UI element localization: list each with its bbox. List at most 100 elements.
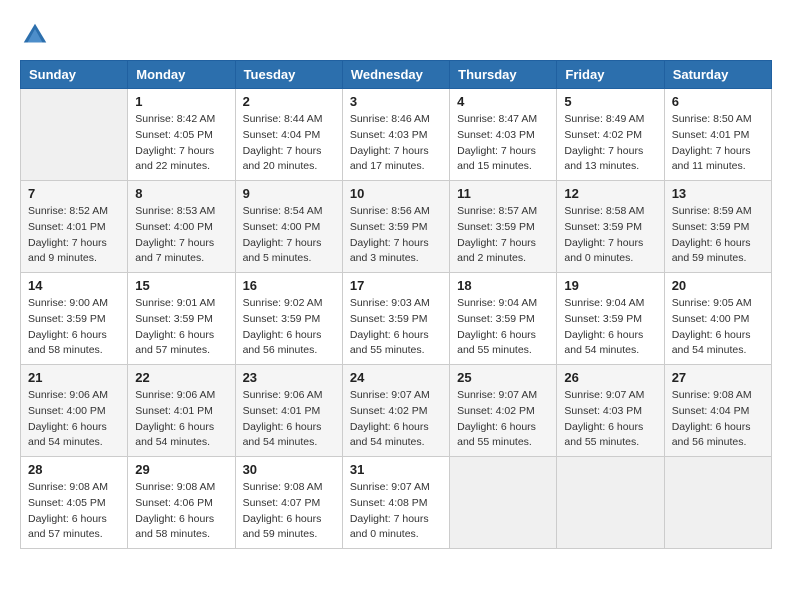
calendar-week-row: 14 Sunrise: 9:00 AMSunset: 3:59 PMDayligh… (21, 273, 772, 365)
calendar-cell (450, 457, 557, 549)
day-info: Sunrise: 8:49 AMSunset: 4:02 PMDaylight:… (564, 112, 656, 175)
calendar-cell: 20Sunrise: 9:05 AMSunset: 4:00 PMDayligh… (664, 273, 771, 365)
calendar-cell: 23 Sunrise: 9:06 AMSunset: 4:01 PMDayligh… (235, 365, 342, 457)
day-info: Sunrise: 9:00 AMSunset: 3:59 PMDaylight:… (28, 296, 120, 359)
day-number: 29 (135, 462, 227, 477)
day-info: Sunrise: 9:08 AMSunset: 4:05 PMDaylight:… (28, 480, 120, 543)
calendar-cell: 9Sunrise: 8:54 AMSunset: 4:00 PMDaylight… (235, 181, 342, 273)
day-info: Sunrise: 9:04 AMSunset: 3:59 PMDaylight:… (564, 296, 656, 359)
day-info: Sunrise: 8:47 AMSunset: 4:03 PMDaylight:… (457, 112, 549, 175)
day-info: Sunrise: 9:07 AMSunset: 4:02 PMDaylight:… (457, 388, 549, 451)
day-number: 12 (564, 186, 656, 201)
weekday-header-tuesday: Tuesday (235, 61, 342, 89)
day-info: Sunrise: 9:07 AMSunset: 4:02 PMDaylight:… (350, 388, 442, 451)
calendar-week-row: 7Sunrise: 8:52 AMSunset: 4:01 PMDaylight… (21, 181, 772, 273)
day-number: 21 (28, 370, 120, 385)
calendar-cell: 17 Sunrise: 9:03 AMSunset: 3:59 PMDayligh… (342, 273, 449, 365)
calendar-cell: 2 Sunrise: 8:44 AMSunset: 4:04 PMDaylight… (235, 89, 342, 181)
page-header (20, 20, 772, 50)
calendar-cell: 14 Sunrise: 9:00 AMSunset: 3:59 PMDayligh… (21, 273, 128, 365)
day-number: 24 (350, 370, 442, 385)
day-number: 5 (564, 94, 656, 109)
calendar-cell: 19 Sunrise: 9:04 AMSunset: 3:59 PMDayligh… (557, 273, 664, 365)
calendar-cell: 6 Sunrise: 8:50 AMSunset: 4:01 PMDaylight… (664, 89, 771, 181)
day-number: 6 (672, 94, 764, 109)
calendar-cell: 15Sunrise: 9:01 AMSunset: 3:59 PMDayligh… (128, 273, 235, 365)
day-info: Sunrise: 9:01 AMSunset: 3:59 PMDaylight:… (135, 296, 227, 359)
day-number: 16 (243, 278, 335, 293)
day-info: Sunrise: 9:06 AMSunset: 4:01 PMDaylight:… (135, 388, 227, 451)
weekday-header-friday: Friday (557, 61, 664, 89)
calendar-cell: 26 Sunrise: 9:07 AMSunset: 4:03 PMDayligh… (557, 365, 664, 457)
calendar-cell: 1Sunrise: 8:42 AMSunset: 4:05 PMDaylight… (128, 89, 235, 181)
calendar-cell: 10 Sunrise: 8:56 AMSunset: 3:59 PMDayligh… (342, 181, 449, 273)
day-number: 8 (135, 186, 227, 201)
calendar-cell: 22 Sunrise: 9:06 AMSunset: 4:01 PMDayligh… (128, 365, 235, 457)
day-number: 19 (564, 278, 656, 293)
weekday-header-wednesday: Wednesday (342, 61, 449, 89)
day-number: 23 (243, 370, 335, 385)
day-info: Sunrise: 8:56 AMSunset: 3:59 PMDaylight:… (350, 204, 442, 267)
day-info: Sunrise: 9:06 AMSunset: 4:01 PMDaylight:… (243, 388, 335, 451)
day-info: Sunrise: 8:53 AMSunset: 4:00 PMDaylight:… (135, 204, 227, 267)
weekday-header-sunday: Sunday (21, 61, 128, 89)
day-info: Sunrise: 9:04 AMSunset: 3:59 PMDaylight:… (457, 296, 549, 359)
day-info: Sunrise: 9:07 AMSunset: 4:08 PMDaylight:… (350, 480, 442, 543)
calendar-cell: 30 Sunrise: 9:08 AMSunset: 4:07 PMDayligh… (235, 457, 342, 549)
day-number: 28 (28, 462, 120, 477)
day-number: 22 (135, 370, 227, 385)
calendar-cell: 8 Sunrise: 8:53 AMSunset: 4:00 PMDaylight… (128, 181, 235, 273)
day-number: 27 (672, 370, 764, 385)
day-info: Sunrise: 9:02 AMSunset: 3:59 PMDaylight:… (243, 296, 335, 359)
day-info: Sunrise: 9:06 AMSunset: 4:00 PMDaylight:… (28, 388, 120, 451)
day-info: Sunrise: 8:59 AMSunset: 3:59 PMDaylight:… (672, 204, 764, 267)
calendar-cell: 18Sunrise: 9:04 AMSunset: 3:59 PMDayligh… (450, 273, 557, 365)
day-info: Sunrise: 8:52 AMSunset: 4:01 PMDaylight:… (28, 204, 120, 267)
day-number: 9 (243, 186, 335, 201)
day-info: Sunrise: 9:07 AMSunset: 4:03 PMDaylight:… (564, 388, 656, 451)
calendar-cell: 27 Sunrise: 9:08 AMSunset: 4:04 PMDayligh… (664, 365, 771, 457)
day-info: Sunrise: 9:08 AMSunset: 4:07 PMDaylight:… (243, 480, 335, 543)
day-number: 4 (457, 94, 549, 109)
calendar-cell (664, 457, 771, 549)
weekday-header-row: SundayMondayTuesdayWednesdayThursdayFrid… (21, 61, 772, 89)
calendar-cell: 25 Sunrise: 9:07 AMSunset: 4:02 PMDayligh… (450, 365, 557, 457)
calendar-cell: 11Sunrise: 8:57 AMSunset: 3:59 PMDayligh… (450, 181, 557, 273)
calendar-cell: 3Sunrise: 8:46 AMSunset: 4:03 PMDaylight… (342, 89, 449, 181)
calendar-cell: 28 Sunrise: 9:08 AMSunset: 4:05 PMDayligh… (21, 457, 128, 549)
logo (20, 20, 54, 50)
day-number: 11 (457, 186, 549, 201)
day-number: 10 (350, 186, 442, 201)
calendar-cell: 29 Sunrise: 9:08 AMSunset: 4:06 PMDayligh… (128, 457, 235, 549)
calendar-cell: 31 Sunrise: 9:07 AMSunset: 4:08 PMDayligh… (342, 457, 449, 549)
day-info: Sunrise: 8:46 AMSunset: 4:03 PMDaylight:… (350, 112, 442, 175)
calendar-cell: 5 Sunrise: 8:49 AMSunset: 4:02 PMDaylight… (557, 89, 664, 181)
day-info: Sunrise: 9:05 AMSunset: 4:00 PMDaylight:… (672, 296, 764, 359)
day-number: 26 (564, 370, 656, 385)
day-info: Sunrise: 8:42 AMSunset: 4:05 PMDaylight:… (135, 112, 227, 175)
calendar-cell (21, 89, 128, 181)
calendar-cell: 24 Sunrise: 9:07 AMSunset: 4:02 PMDayligh… (342, 365, 449, 457)
day-number: 30 (243, 462, 335, 477)
day-info: Sunrise: 8:58 AMSunset: 3:59 PMDaylight:… (564, 204, 656, 267)
day-number: 31 (350, 462, 442, 477)
calendar-table: SundayMondayTuesdayWednesdayThursdayFrid… (20, 60, 772, 549)
day-number: 17 (350, 278, 442, 293)
day-info: Sunrise: 9:08 AMSunset: 4:06 PMDaylight:… (135, 480, 227, 543)
logo-icon (20, 20, 50, 50)
day-info: Sunrise: 8:44 AMSunset: 4:04 PMDaylight:… (243, 112, 335, 175)
weekday-header-saturday: Saturday (664, 61, 771, 89)
day-info: Sunrise: 8:50 AMSunset: 4:01 PMDaylight:… (672, 112, 764, 175)
weekday-header-monday: Monday (128, 61, 235, 89)
day-info: Sunrise: 9:08 AMSunset: 4:04 PMDaylight:… (672, 388, 764, 451)
calendar-cell: 4 Sunrise: 8:47 AMSunset: 4:03 PMDaylight… (450, 89, 557, 181)
calendar-cell: 21 Sunrise: 9:06 AMSunset: 4:00 PMDayligh… (21, 365, 128, 457)
day-number: 2 (243, 94, 335, 109)
day-number: 25 (457, 370, 549, 385)
calendar-cell: 7Sunrise: 8:52 AMSunset: 4:01 PMDaylight… (21, 181, 128, 273)
calendar-cell (557, 457, 664, 549)
day-info: Sunrise: 9:03 AMSunset: 3:59 PMDaylight:… (350, 296, 442, 359)
calendar-week-row: 28 Sunrise: 9:08 AMSunset: 4:05 PMDayligh… (21, 457, 772, 549)
calendar-week-row: 1Sunrise: 8:42 AMSunset: 4:05 PMDaylight… (21, 89, 772, 181)
day-number: 14 (28, 278, 120, 293)
